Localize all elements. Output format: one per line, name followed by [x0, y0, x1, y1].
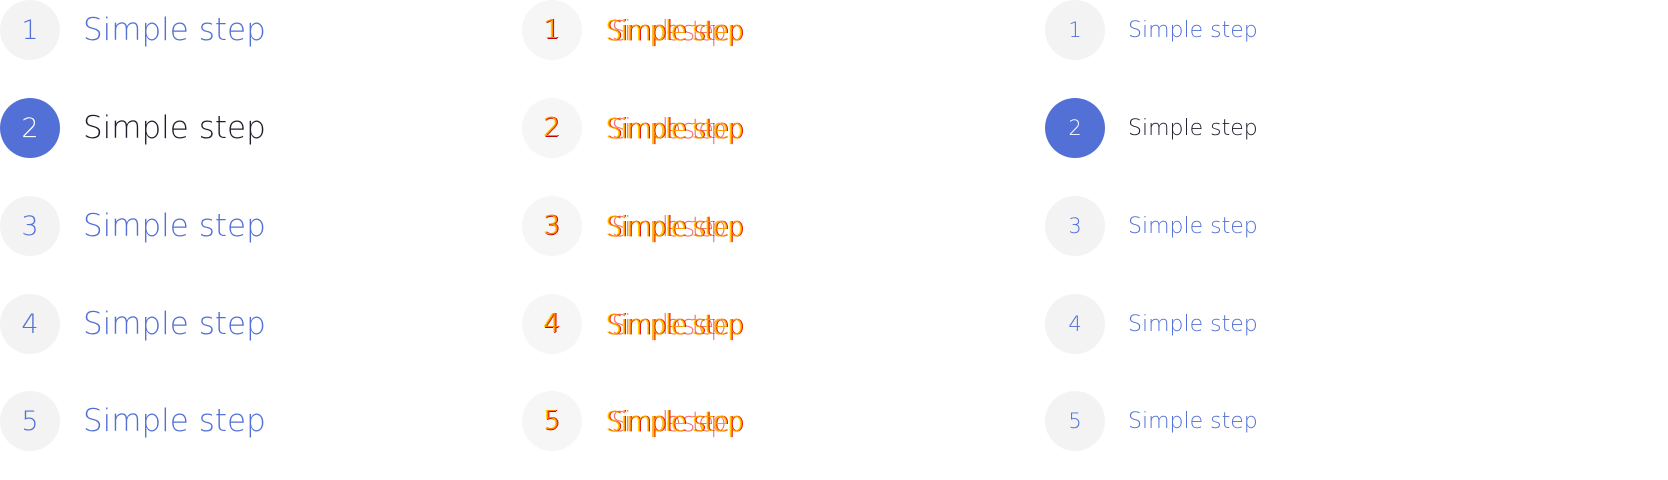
step-number-badge: 2: [522, 98, 582, 158]
step-label: Simple step: [83, 403, 266, 439]
step-number-badge: 3: [522, 196, 582, 256]
step-label-text: Simple step: [606, 404, 744, 438]
step-label: Simple step: [83, 12, 266, 48]
step-number-badge: 2: [0, 98, 60, 158]
step-label: Simple step: [1128, 213, 1258, 239]
step-5[interactable]: 5 Simple step: [1045, 391, 1258, 451]
step-number-badge: 4: [522, 294, 582, 354]
step-number-badge: 5: [1045, 391, 1105, 451]
step-number-badge: 3: [1045, 196, 1105, 256]
step-label: Simple step: [1128, 408, 1258, 434]
step-number-badge: 4: [0, 294, 60, 354]
step-label: Simple step Simple step: [606, 13, 744, 47]
step-label-text: Simple step: [606, 13, 744, 47]
step-number-badge: 4: [1045, 294, 1105, 354]
step-label: Simple step Simple step: [606, 307, 744, 341]
step-label-text: Simple step: [606, 209, 744, 243]
step-4[interactable]: 4 Simple step Simple step: [522, 294, 755, 354]
step-label: Simple step: [83, 208, 266, 244]
step-number-badge: 2: [1045, 98, 1105, 158]
step-label: Simple step: [1128, 311, 1258, 337]
step-number-badge: 1: [1045, 0, 1105, 60]
step-2-active[interactable]: 2 Simple step: [0, 98, 266, 158]
step-number-badge: 1: [522, 0, 582, 60]
step-1[interactable]: 1 Simple step: [1045, 0, 1258, 60]
step-label: Simple step Simple step: [606, 209, 744, 243]
step-1[interactable]: 1 Simple step: [0, 0, 266, 60]
step-3[interactable]: 3 Simple step Simple step: [522, 196, 755, 256]
step-4[interactable]: 4 Simple step: [0, 294, 266, 354]
step-number-badge: 1: [0, 0, 60, 60]
step-1[interactable]: 1 Simple step Simple step: [522, 0, 755, 60]
step-number-badge: 3: [0, 196, 60, 256]
step-label: Simple step: [1128, 17, 1258, 43]
step-4[interactable]: 4 Simple step: [1045, 294, 1258, 354]
step-label-text: Simple step: [606, 307, 744, 341]
step-label: Simple step Simple step: [606, 111, 744, 145]
step-3[interactable]: 3 Simple step: [0, 196, 266, 256]
step-3[interactable]: 3 Simple step: [1045, 196, 1258, 256]
step-label: Simple step: [1128, 115, 1258, 141]
step-5[interactable]: 5 Simple step: [0, 391, 266, 451]
step-label: Simple step: [83, 306, 266, 342]
step-label: Simple step Simple step: [606, 404, 744, 438]
step-number-badge: 5: [522, 391, 582, 451]
step-label: Simple step: [83, 110, 266, 146]
step-number-badge: 5: [0, 391, 60, 451]
step-label-text: Simple step: [606, 111, 744, 145]
step-2-active[interactable]: 2 Simple step: [1045, 98, 1258, 158]
step-5[interactable]: 5 Simple step Simple step: [522, 391, 755, 451]
step-2[interactable]: 2 Simple step Simple step: [522, 98, 755, 158]
